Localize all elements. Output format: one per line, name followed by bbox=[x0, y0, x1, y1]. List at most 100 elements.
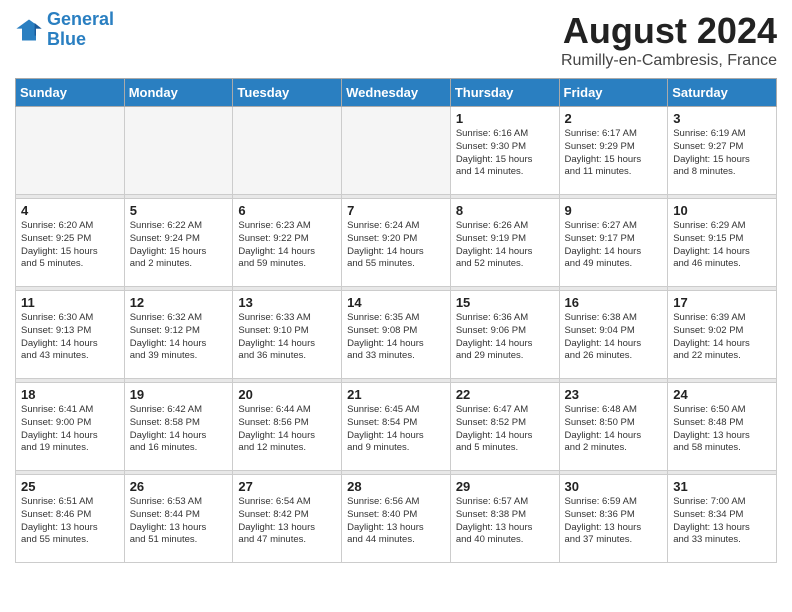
month-title: August 2024 bbox=[561, 10, 777, 52]
calendar-cell: 21 Sunrise: 6:45 AMSunset: 8:54 PMDayligh… bbox=[342, 383, 451, 471]
day-number: 27 bbox=[238, 479, 336, 494]
day-details: Sunrise: 6:44 AMSunset: 8:56 PMDaylight:… bbox=[238, 404, 336, 455]
day-number: 12 bbox=[130, 295, 228, 310]
day-details: Sunrise: 6:39 AMSunset: 9:02 PMDaylight:… bbox=[673, 312, 771, 363]
day-number: 9 bbox=[565, 203, 663, 218]
weekday-header-thursday: Thursday bbox=[450, 79, 559, 107]
day-details: Sunrise: 6:45 AMSunset: 8:54 PMDaylight:… bbox=[347, 404, 445, 455]
day-number: 19 bbox=[130, 387, 228, 402]
day-details: Sunrise: 6:54 AMSunset: 8:42 PMDaylight:… bbox=[238, 496, 336, 547]
calendar-cell: 12Sunrise: 6:32 AMSunset: 9:12 PMDayligh… bbox=[124, 291, 233, 379]
day-details: Sunrise: 6:35 AMSunset: 9:08 PMDaylight:… bbox=[347, 312, 445, 363]
day-details: Sunrise: 6:51 AMSunset: 8:46 PMDaylight:… bbox=[21, 496, 119, 547]
day-number: 26 bbox=[130, 479, 228, 494]
calendar-cell: 24Sunrise: 6:50 AMSunset: 8:48 PMDayligh… bbox=[668, 383, 777, 471]
day-number: 25 bbox=[21, 479, 119, 494]
weekday-header-saturday: Saturday bbox=[668, 79, 777, 107]
day-number: 14 bbox=[347, 295, 445, 310]
day-details: Sunrise: 6:17 AMSunset: 9:29 PMDaylight:… bbox=[565, 128, 663, 179]
weekday-header-friday: Friday bbox=[559, 79, 668, 107]
day-number: 7 bbox=[347, 203, 445, 218]
day-details: Sunrise: 6:38 AMSunset: 9:04 PMDaylight:… bbox=[565, 312, 663, 363]
day-number: 24 bbox=[673, 387, 771, 402]
calendar-cell bbox=[124, 107, 233, 195]
calendar-cell: 22Sunrise: 6:47 AMSunset: 8:52 PMDayligh… bbox=[450, 383, 559, 471]
calendar-cell: 23Sunrise: 6:48 AMSunset: 8:50 PMDayligh… bbox=[559, 383, 668, 471]
calendar-cell: 15 Sunrise: 6:36 AMSunset: 9:06 PMDayligh… bbox=[450, 291, 559, 379]
location-title: Rumilly-en-Cambresis, France bbox=[561, 52, 777, 70]
week-row-2: 4 Sunrise: 6:20 AMSunset: 9:25 PMDaylight… bbox=[16, 199, 777, 287]
day-number: 21 bbox=[347, 387, 445, 402]
day-details: Sunrise: 6:59 AMSunset: 8:36 PMDaylight:… bbox=[565, 496, 663, 547]
calendar-cell: 30Sunrise: 6:59 AMSunset: 8:36 PMDayligh… bbox=[559, 475, 668, 563]
day-details: Sunrise: 6:26 AMSunset: 9:19 PMDaylight:… bbox=[456, 220, 554, 271]
day-details: Sunrise: 6:23 AMSunset: 9:22 PMDaylight:… bbox=[238, 220, 336, 271]
day-details: Sunrise: 6:57 AMSunset: 8:38 PMDaylight:… bbox=[456, 496, 554, 547]
day-details: Sunrise: 6:47 AMSunset: 8:52 PMDaylight:… bbox=[456, 404, 554, 455]
day-details: Sunrise: 6:30 AMSunset: 9:13 PMDaylight:… bbox=[21, 312, 119, 363]
day-number: 29 bbox=[456, 479, 554, 494]
calendar-cell: 29 Sunrise: 6:57 AMSunset: 8:38 PMDayligh… bbox=[450, 475, 559, 563]
calendar-cell: 1 Sunrise: 6:16 AMSunset: 9:30 PMDaylight… bbox=[450, 107, 559, 195]
calendar-cell: 4 Sunrise: 6:20 AMSunset: 9:25 PMDaylight… bbox=[16, 199, 125, 287]
page-header: General Blue August 2024 Rumilly-en-Camb… bbox=[15, 10, 777, 70]
calendar-cell: 26 Sunrise: 6:53 AMSunset: 8:44 PMDayligh… bbox=[124, 475, 233, 563]
day-number: 28 bbox=[347, 479, 445, 494]
day-details: Sunrise: 6:16 AMSunset: 9:30 PMDaylight:… bbox=[456, 128, 554, 179]
weekday-header-monday: Monday bbox=[124, 79, 233, 107]
day-number: 4 bbox=[21, 203, 119, 218]
calendar-cell: 25 Sunrise: 6:51 AMSunset: 8:46 PMDayligh… bbox=[16, 475, 125, 563]
day-details: Sunrise: 6:27 AMSunset: 9:17 PMDaylight:… bbox=[565, 220, 663, 271]
day-number: 5 bbox=[130, 203, 228, 218]
week-row-1: 1 Sunrise: 6:16 AMSunset: 9:30 PMDaylight… bbox=[16, 107, 777, 195]
calendar-cell: 11 Sunrise: 6:30 AMSunset: 9:13 PMDayligh… bbox=[16, 291, 125, 379]
day-details: Sunrise: 6:53 AMSunset: 8:44 PMDaylight:… bbox=[130, 496, 228, 547]
day-number: 15 bbox=[456, 295, 554, 310]
calendar-cell: 9 Sunrise: 6:27 AMSunset: 9:17 PMDaylight… bbox=[559, 199, 668, 287]
calendar-cell: 6 Sunrise: 6:23 AMSunset: 9:22 PMDaylight… bbox=[233, 199, 342, 287]
calendar-cell: 14 Sunrise: 6:35 AMSunset: 9:08 PMDayligh… bbox=[342, 291, 451, 379]
day-details: Sunrise: 6:36 AMSunset: 9:06 PMDaylight:… bbox=[456, 312, 554, 363]
day-number: 8 bbox=[456, 203, 554, 218]
calendar-cell: 10 Sunrise: 6:29 AMSunset: 9:15 PMDayligh… bbox=[668, 199, 777, 287]
day-number: 3 bbox=[673, 111, 771, 126]
day-details: Sunrise: 6:41 AMSunset: 9:00 PMDaylight:… bbox=[21, 404, 119, 455]
weekday-header-row: SundayMondayTuesdayWednesdayThursdayFrid… bbox=[16, 79, 777, 107]
calendar-cell: 28 Sunrise: 6:56 AMSunset: 8:40 PMDayligh… bbox=[342, 475, 451, 563]
day-number: 11 bbox=[21, 295, 119, 310]
day-details: Sunrise: 6:20 AMSunset: 9:25 PMDaylight:… bbox=[21, 220, 119, 271]
day-number: 18 bbox=[21, 387, 119, 402]
calendar-cell: 7Sunrise: 6:24 AMSunset: 9:20 PMDaylight… bbox=[342, 199, 451, 287]
day-number: 10 bbox=[673, 203, 771, 218]
day-number: 17 bbox=[673, 295, 771, 310]
day-details: Sunrise: 7:00 AMSunset: 8:34 PMDaylight:… bbox=[673, 496, 771, 547]
day-number: 16 bbox=[565, 295, 663, 310]
day-number: 31 bbox=[673, 479, 771, 494]
calendar-cell: 3 Sunrise: 6:19 AMSunset: 9:27 PMDaylight… bbox=[668, 107, 777, 195]
day-number: 23 bbox=[565, 387, 663, 402]
day-details: Sunrise: 6:19 AMSunset: 9:27 PMDaylight:… bbox=[673, 128, 771, 179]
weekday-header-tuesday: Tuesday bbox=[233, 79, 342, 107]
day-details: Sunrise: 6:29 AMSunset: 9:15 PMDaylight:… bbox=[673, 220, 771, 271]
calendar-cell: 5 Sunrise: 6:22 AMSunset: 9:24 PMDaylight… bbox=[124, 199, 233, 287]
calendar-cell: 13 Sunrise: 6:33 AMSunset: 9:10 PMDayligh… bbox=[233, 291, 342, 379]
calendar-cell bbox=[342, 107, 451, 195]
calendar-cell bbox=[233, 107, 342, 195]
day-details: Sunrise: 6:22 AMSunset: 9:24 PMDaylight:… bbox=[130, 220, 228, 271]
calendar: SundayMondayTuesdayWednesdayThursdayFrid… bbox=[15, 78, 777, 563]
day-number: 6 bbox=[238, 203, 336, 218]
day-number: 13 bbox=[238, 295, 336, 310]
day-details: Sunrise: 6:56 AMSunset: 8:40 PMDaylight:… bbox=[347, 496, 445, 547]
day-details: Sunrise: 6:33 AMSunset: 9:10 PMDaylight:… bbox=[238, 312, 336, 363]
calendar-cell: 27 Sunrise: 6:54 AMSunset: 8:42 PMDayligh… bbox=[233, 475, 342, 563]
calendar-cell: 16 Sunrise: 6:38 AMSunset: 9:04 PMDayligh… bbox=[559, 291, 668, 379]
calendar-cell: 8 Sunrise: 6:26 AMSunset: 9:19 PMDaylight… bbox=[450, 199, 559, 287]
day-number: 1 bbox=[456, 111, 554, 126]
week-row-5: 25 Sunrise: 6:51 AMSunset: 8:46 PMDayligh… bbox=[16, 475, 777, 563]
calendar-cell: 31 Sunrise: 7:00 AMSunset: 8:34 PMDayligh… bbox=[668, 475, 777, 563]
day-details: Sunrise: 6:42 AMSunset: 8:58 PMDaylight:… bbox=[130, 404, 228, 455]
title-block: August 2024 Rumilly-en-Cambresis, France bbox=[561, 10, 777, 70]
logo-text: General Blue bbox=[47, 10, 114, 50]
weekday-header-sunday: Sunday bbox=[16, 79, 125, 107]
calendar-cell: 17 Sunrise: 6:39 AMSunset: 9:02 PMDayligh… bbox=[668, 291, 777, 379]
